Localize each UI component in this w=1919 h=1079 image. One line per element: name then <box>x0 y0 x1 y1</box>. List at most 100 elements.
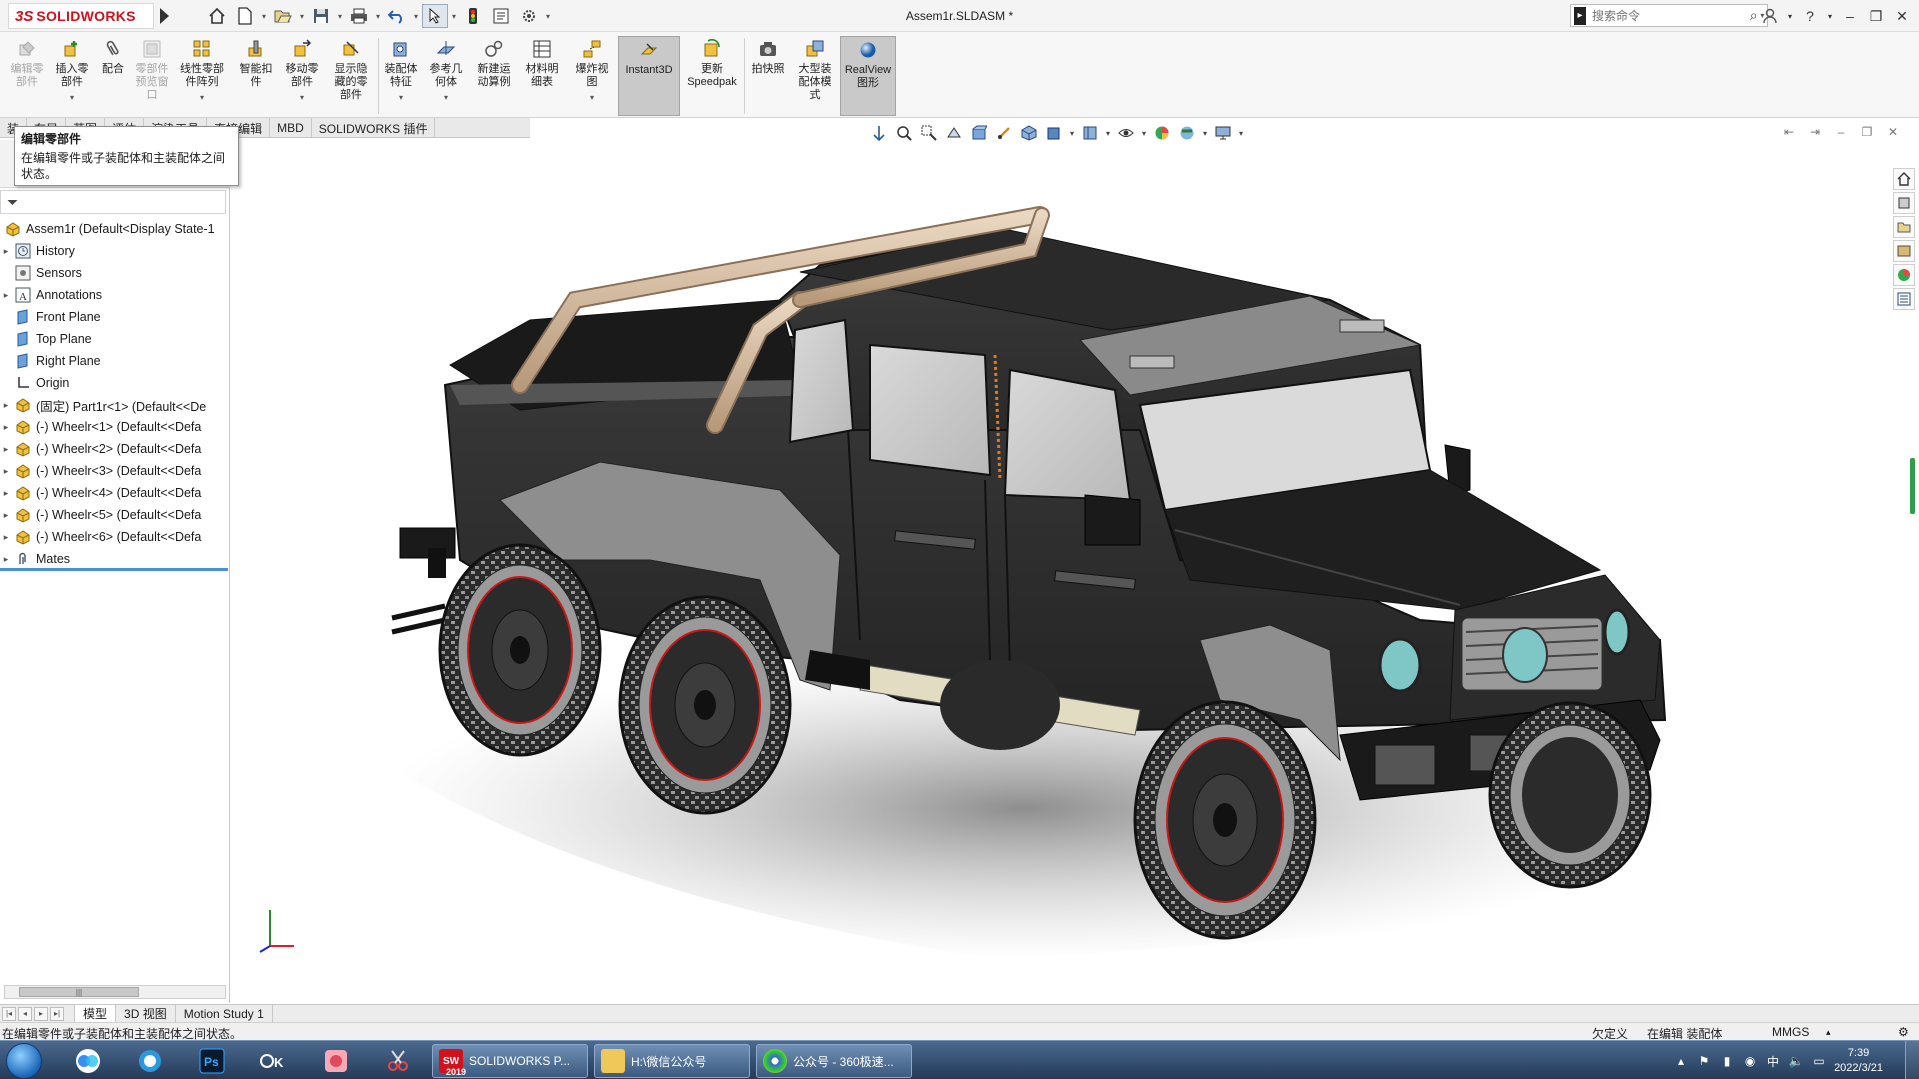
unit-system-selector[interactable]: MMGS <box>1772 1025 1809 1039</box>
tree-item[interactable]: ▸ Mates <box>0 548 230 570</box>
task-pane-home-icon[interactable] <box>1893 168 1915 190</box>
viewport-scroll-indicator[interactable] <box>1910 458 1915 514</box>
tree-item[interactable]: ▸ A Annotations <box>0 284 230 306</box>
tree-item[interactable]: Origin <box>0 372 230 394</box>
restore-icon[interactable]: ❐ <box>1865 5 1887 27</box>
view-settings-icon[interactable] <box>1176 122 1198 144</box>
expand-arrow-icon[interactable]: ▸ <box>0 246 12 257</box>
file-explorer-icon[interactable] <box>1893 216 1915 238</box>
hide-show-dropdown-icon[interactable]: ▾ <box>1104 122 1112 144</box>
design-library-icon[interactable] <box>1893 192 1915 214</box>
tab-nav-prev-icon[interactable]: ◂ <box>18 1006 32 1021</box>
select-cursor-icon[interactable] <box>422 4 448 28</box>
linear-component-pattern-button[interactable]: 线性零部 件阵列 ▾ <box>174 36 230 116</box>
insert-components-dropdown-icon[interactable]: ▾ <box>70 91 74 104</box>
bill-of-materials-button[interactable]: 材料明 细表 <box>520 36 564 116</box>
taskbar-item-360-browser[interactable]: 公众号 - 360极速... <box>756 1044 912 1078</box>
instant3d-button[interactable]: Instant3D <box>618 36 680 116</box>
edit-appearance-icon[interactable] <box>1115 122 1137 144</box>
save-icon[interactable] <box>308 4 334 28</box>
apply-scene-icon[interactable] <box>1151 122 1173 144</box>
search-input[interactable] <box>1586 5 1747 26</box>
monitor-display-icon[interactable] <box>1212 122 1234 144</box>
tab-nav-next-icon[interactable]: ▸ <box>34 1006 48 1021</box>
new-motion-study-button[interactable]: 新建运 动算例 <box>472 36 516 116</box>
print-icon[interactable] <box>346 4 372 28</box>
previous-view-icon[interactable] <box>943 122 965 144</box>
viewport-minimize-icon[interactable]: – <box>1833 124 1849 140</box>
photoshop-icon[interactable]: Ps <box>190 1044 234 1078</box>
feature-tree-filter[interactable]: ⏷ <box>0 190 226 214</box>
section-view-icon[interactable] <box>968 122 990 144</box>
unit-dropdown-icon[interactable]: ▴ <box>1826 1027 1831 1038</box>
appearances-scenes-icon[interactable] <box>1893 264 1915 286</box>
browser-ie-icon[interactable] <box>128 1044 172 1078</box>
exploded-view-button[interactable]: 爆炸视 图 ▾ <box>570 36 614 116</box>
tray-network-icon[interactable]: ▮ <box>1719 1053 1735 1069</box>
tree-item[interactable]: ▸ (-) Wheelr<5> (Default<<Defa <box>0 504 230 526</box>
taskbar-item-folder[interactable]: H:\微信公众号 <box>594 1044 750 1078</box>
tray-volume-icon[interactable]: 🔈 <box>1788 1053 1804 1069</box>
expand-arrow-icon[interactable]: ▸ <box>0 422 12 433</box>
zoom-to-area-icon[interactable] <box>918 122 940 144</box>
expand-arrow-icon[interactable]: ▸ <box>0 488 12 499</box>
tab-nav-last-icon[interactable]: ▸| <box>50 1006 64 1021</box>
select-dropdown-icon[interactable]: ▾ <box>450 4 458 28</box>
file-properties-icon[interactable] <box>488 4 514 28</box>
linear-pattern-dropdown-icon[interactable]: ▾ <box>200 91 204 104</box>
update-speedpak-button[interactable]: 更新 Speedpak <box>684 36 740 116</box>
tree-item[interactable]: ▸ (-) Wheelr<4> (Default<<Defa <box>0 482 230 504</box>
tray-input-method-icon[interactable]: 中 <box>1765 1053 1781 1069</box>
open-dropdown-icon[interactable]: ▾ <box>298 4 306 28</box>
reference-geometry-dropdown-icon[interactable]: ▾ <box>444 91 448 104</box>
home-icon[interactable] <box>204 4 230 28</box>
tree-item[interactable]: ▸ (-) Wheelr<2> (Default<<Defa <box>0 438 230 460</box>
tab-solidworks-addins[interactable]: SOLIDWORKS 插件 <box>312 118 436 138</box>
tray-360-icon[interactable]: ◉ <box>1742 1053 1758 1069</box>
options-gear-icon[interactable] <box>516 4 542 28</box>
undo-icon[interactable] <box>384 4 410 28</box>
oCam-icon[interactable]: K <box>252 1044 296 1078</box>
expand-arrow-icon[interactable]: ▸ <box>0 466 12 477</box>
dynamic-annotation-icon[interactable] <box>993 122 1015 144</box>
expand-arrow-icon[interactable]: ▸ <box>0 510 12 521</box>
expand-arrow-icon[interactable]: ▸ <box>0 444 12 455</box>
view-orientation-anchor-icon[interactable] <box>868 122 890 144</box>
tab-mbd[interactable]: MBD <box>270 118 312 138</box>
assembly-features-dropdown-icon[interactable]: ▾ <box>399 91 403 104</box>
undo-dropdown-icon[interactable]: ▾ <box>412 4 420 28</box>
reference-geometry-button[interactable]: 参考几 何体 ▾ <box>424 36 468 116</box>
viewport-left-arrow-icon[interactable]: ⇤ <box>1781 124 1797 140</box>
search-scope-icon[interactable]: ▸ <box>1574 6 1586 25</box>
filter-funnel-icon[interactable]: ⏷ <box>7 194 18 211</box>
expand-arrow-icon[interactable]: ▸ <box>0 554 12 565</box>
search-commands-box[interactable]: ▸ ⌕ ▾ <box>1570 4 1768 27</box>
insert-components-button[interactable]: 插入零 部件 ▾ <box>50 36 94 116</box>
status-customize-icon[interactable]: ⚙ <box>1898 1025 1909 1039</box>
new-document-icon[interactable] <box>232 4 258 28</box>
move-component-button[interactable]: 移动零 部件 ▾ <box>280 36 324 116</box>
save-dropdown-icon[interactable]: ▾ <box>336 4 344 28</box>
new-dropdown-icon[interactable]: ▾ <box>260 4 268 28</box>
show-desktop-button[interactable] <box>1905 1041 1919 1079</box>
close-icon[interactable]: ✕ <box>1891 5 1913 27</box>
display-style-dropdown-icon[interactable]: ▾ <box>1068 122 1076 144</box>
print-dropdown-icon[interactable]: ▾ <box>374 4 382 28</box>
appearance-dropdown-icon[interactable]: ▾ <box>1140 122 1148 144</box>
expand-arrow-icon[interactable]: ▸ <box>0 400 12 411</box>
view-settings-dropdown-icon[interactable]: ▾ <box>1201 122 1209 144</box>
tab-model[interactable]: 模型 <box>74 1005 117 1022</box>
start-button-icon[interactable] <box>6 1043 42 1079</box>
hide-show-items-icon[interactable] <box>1079 122 1101 144</box>
display-style-icon[interactable] <box>1043 122 1065 144</box>
snipping-tool-icon[interactable] <box>376 1044 420 1078</box>
tree-item[interactable]: ▸ (-) Wheelr<6> (Default<<Defa <box>0 526 230 548</box>
expand-arrow-icon[interactable]: ▸ <box>0 532 12 543</box>
expand-arrow-icon[interactable]: ▸ <box>0 290 12 301</box>
tree-item[interactable]: Top Plane <box>0 328 230 350</box>
viewport-right-arrow-icon[interactable]: ⇥ <box>1807 124 1823 140</box>
tab-3d-views[interactable]: 3D 视图 <box>116 1005 176 1022</box>
tree-item[interactable]: ▸ History <box>0 240 230 262</box>
large-assembly-mode-button[interactable]: 大型装 配体模 式 <box>792 36 838 116</box>
take-snapshot-button[interactable]: 拍快照 <box>746 36 790 116</box>
